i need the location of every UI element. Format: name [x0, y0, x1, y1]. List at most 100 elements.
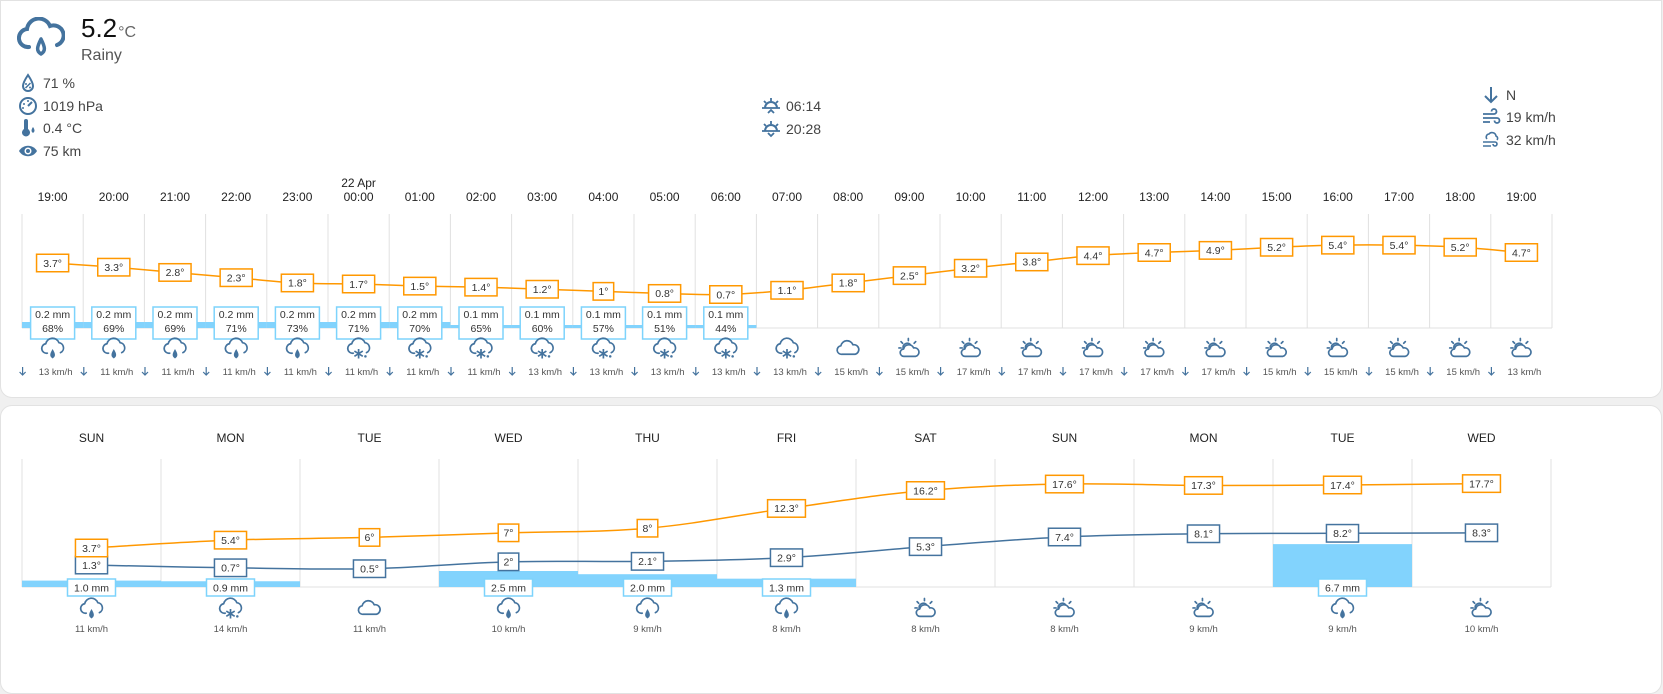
- wind-direction-icon: [1365, 367, 1373, 376]
- hourly-time-label: 14:00: [1200, 190, 1230, 204]
- hourly-wind: 15 km/h: [1365, 367, 1419, 378]
- hourly-temperature-label: 3.8°: [1022, 257, 1041, 269]
- hourly-wind: 13 km/h: [508, 367, 562, 378]
- hourly-temperature-label: 2.8°: [166, 267, 185, 279]
- hourly-temperature-label: 5.4°: [1328, 240, 1347, 252]
- hourly-precip-probability: 70%: [409, 323, 430, 335]
- hourly-time-label: 21:00: [160, 190, 190, 204]
- hourly-time-label: 02:00: [466, 190, 496, 204]
- daily-wind-speed: 9 km/h: [1328, 624, 1357, 635]
- humidity-icon: [21, 73, 35, 92]
- wind-direction-icon: [998, 367, 1006, 376]
- hourly-time-label: 20:00: [99, 190, 129, 204]
- hourly-time-label: 10:00: [956, 190, 986, 204]
- rainy-icon: [79, 597, 104, 619]
- hourly-time-label: 11:00: [1017, 190, 1046, 204]
- hourly-wind-speed: 11 km/h: [345, 367, 378, 378]
- daily-wind-speed: 11 km/h: [75, 624, 108, 635]
- snowy-rainy-icon: [346, 337, 371, 359]
- hourly-time-label: 00:00: [344, 190, 374, 204]
- hourly-time-label: 06:00: [711, 190, 741, 204]
- daily-low-label: 5.3°: [916, 541, 935, 553]
- hourly-wind-speed: 13 km/h: [590, 367, 624, 378]
- humidity-row: 71 %: [18, 73, 75, 93]
- hourly-time-label: 15:00: [1262, 190, 1292, 204]
- wind-direction-icon: [447, 367, 455, 376]
- rainy-icon: [224, 337, 248, 359]
- daily-day-label: THU: [635, 431, 660, 445]
- hourly-time-label: 12:00: [1078, 190, 1108, 204]
- hourly-wind-speed: 11 km/h: [100, 367, 133, 378]
- daily-low-label: 0.7°: [221, 563, 240, 575]
- daily-low-label: 8.3°: [1472, 528, 1491, 540]
- partly-cloudy-icon: [1053, 597, 1075, 618]
- hourly-precip-amount: 0.1 mm: [708, 309, 743, 321]
- snowy-rainy-icon: [591, 337, 616, 359]
- hourly-wind-speed: 17 km/h: [1018, 367, 1052, 378]
- visibility-value: 75 km: [43, 143, 82, 159]
- daily-day-label: SAT: [914, 431, 937, 445]
- daily-day-label: SUN: [1052, 431, 1077, 445]
- partly-cloudy-icon: [898, 337, 920, 358]
- daily-low-label: 2.1°: [638, 556, 657, 568]
- wind-direction-icon: [753, 367, 761, 376]
- partly-cloudy-icon: [1142, 337, 1165, 358]
- hourly-time-label: 13:00: [1139, 190, 1169, 204]
- hourly-wind: 17 km/h: [1181, 367, 1235, 378]
- hourly-temperature-label: 1.4°: [472, 282, 491, 294]
- partly-cloudy-icon: [1470, 597, 1492, 618]
- snowy-rainy-icon: [469, 337, 493, 359]
- hourly-time-label: 16:00: [1323, 190, 1353, 204]
- partly-cloudy-icon: [1326, 337, 1349, 358]
- hourly-precip-probability: 73%: [287, 323, 308, 335]
- hourly-wind: 11 km/h: [80, 367, 133, 378]
- hourly-wind: 11 km/h: [325, 367, 378, 378]
- daily-high-label: 17.6°: [1052, 479, 1077, 491]
- hourly-precip-amount: 0.2 mm: [341, 309, 376, 321]
- wind-speed-row: 19 km/h: [1481, 107, 1556, 127]
- hourly-wind: 15 km/h: [814, 367, 868, 378]
- hourly-precip-probability: 51%: [654, 323, 675, 335]
- wind-speed-value: 19 km/h: [1506, 109, 1556, 125]
- wind-direction-icon: [508, 367, 516, 376]
- hourly-time-label: 01:00: [405, 190, 435, 204]
- wind-direction-icon: [937, 367, 945, 376]
- daily-day-label: FRI: [777, 431, 796, 445]
- hourly-wind-speed: 11 km/h: [284, 367, 317, 378]
- daily-high-label: 17.4°: [1330, 480, 1355, 492]
- daily-wind-speed: 8 km/h: [1050, 624, 1079, 635]
- wind-direction-icon: [1243, 367, 1251, 376]
- hourly-precip-amount: 0.2 mm: [402, 309, 437, 321]
- hourly-wind-speed: 13 km/h: [39, 367, 73, 378]
- hourly-precip-probability: 69%: [164, 323, 185, 335]
- daily-day-label: TUE: [1331, 431, 1355, 445]
- hourly-precip-amount: 0.2 mm: [35, 309, 70, 321]
- hourly-temperature-label: 3.3°: [104, 262, 123, 274]
- hourly-temperature-label: 4.7°: [1145, 247, 1164, 259]
- dew-point-value: 0.4 °C: [43, 120, 83, 136]
- hourly-temperature-label: 0.7°: [716, 289, 735, 301]
- hourly-wind-speed: 13 km/h: [712, 367, 746, 378]
- snowy-rainy-icon: [530, 337, 554, 359]
- hourly-wind-speed: 11 km/h: [467, 367, 500, 378]
- hourly-temperature-label: 5.4°: [1390, 240, 1409, 252]
- hourly-wind: 11 km/h: [141, 367, 195, 378]
- hourly-temperature-label: 4.7°: [1512, 247, 1531, 259]
- rainy-icon: [635, 597, 660, 619]
- wind-direction-icon: [202, 367, 210, 376]
- wind-direction-icon: [1120, 367, 1128, 376]
- hourly-wind-speed: 11 km/h: [406, 367, 439, 378]
- wind-direction-icon: [814, 367, 822, 376]
- hourly-time-label: 17:00: [1384, 190, 1414, 204]
- hourly-temperature-label: 4.4°: [1084, 250, 1103, 262]
- hourly-precip-amount: 0.1 mm: [463, 309, 498, 321]
- hourly-time-label: 18:00: [1445, 190, 1475, 204]
- wind-icon: [1483, 108, 1501, 124]
- hourly-temperature-label: 1°: [598, 286, 608, 298]
- rainy-cloud-icon: [17, 17, 65, 56]
- hourly-precip-amount: 0.2 mm: [157, 309, 192, 321]
- daily-forecast-chart: SUN MON TUE WED THU FRI SAT SUN MON TUE WED 1.3° 0.7…: [21, 431, 1552, 635]
- partly-cloudy-icon: [1448, 337, 1471, 358]
- cloudy-icon: [836, 339, 860, 356]
- cloudy-icon: [357, 599, 381, 616]
